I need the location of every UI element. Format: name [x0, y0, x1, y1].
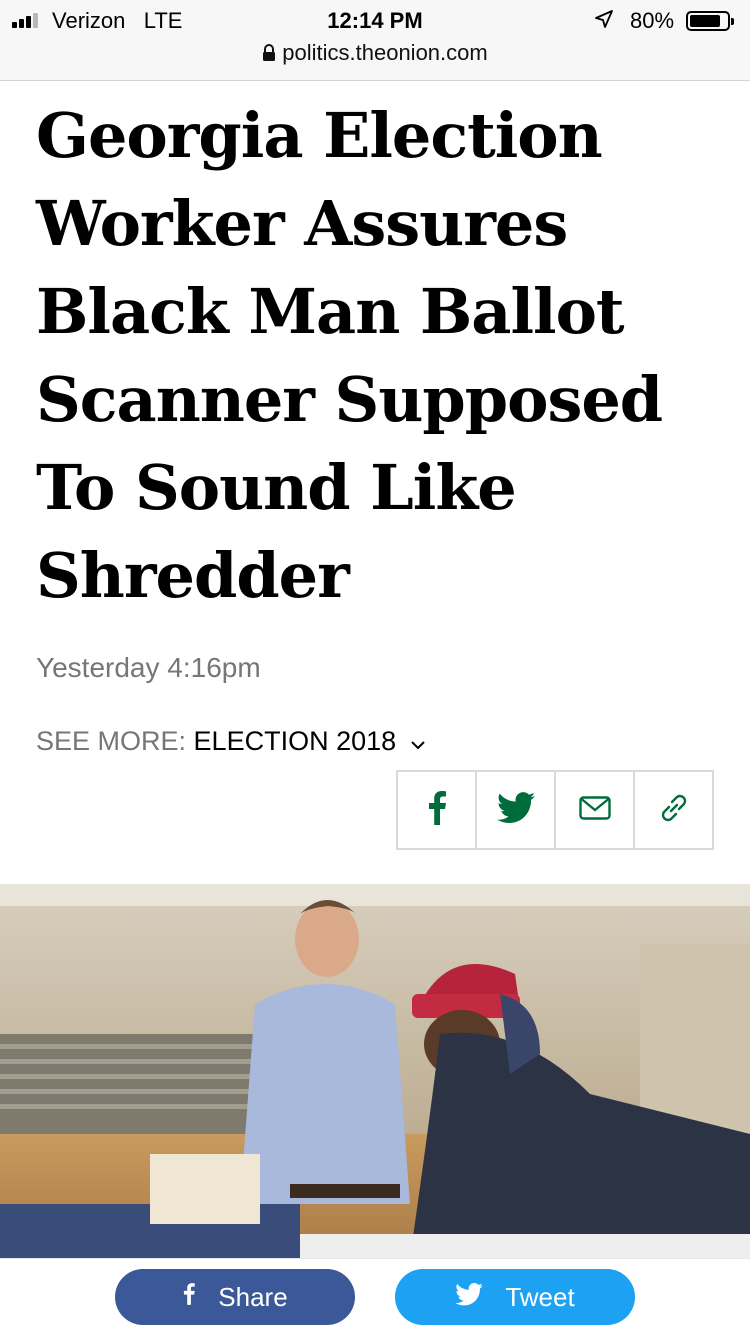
bottom-share-bar: Share Tweet — [0, 1258, 750, 1335]
article-headline: Georgia Election Worker Assures Black Ma… — [36, 99, 663, 612]
email-icon — [578, 795, 611, 825]
see-more-label: SEE MORE: — [36, 726, 187, 756]
facebook-icon — [182, 1281, 196, 1314]
twitter-share-button[interactable] — [477, 772, 556, 848]
see-more-link[interactable]: SEE MORE: ELECTION 2018 — [36, 726, 426, 758]
url-text: politics.theonion.com — [282, 40, 488, 65]
see-more-topic: ELECTION 2018 — [193, 726, 397, 756]
tweet-label: Tweet — [505, 1281, 575, 1312]
email-share-button[interactable] — [556, 772, 635, 848]
facebook-icon — [426, 790, 448, 830]
lock-icon — [262, 42, 276, 68]
article-photo — [0, 884, 750, 1258]
article-date: Yesterday 4:16pm — [36, 652, 261, 683]
share-label: Share — [218, 1281, 288, 1312]
status-bar: Verizon LTE 12:14 PM 80% politics.theoni… — [0, 0, 750, 81]
address-bar[interactable]: politics.theonion.com — [0, 40, 750, 68]
tweet-button[interactable]: Tweet — [395, 1269, 635, 1325]
chevron-down-icon — [410, 727, 426, 758]
share-icon-bar — [396, 770, 714, 850]
link-icon — [657, 791, 691, 830]
facebook-share-button[interactable] — [398, 772, 477, 848]
copy-link-button[interactable] — [635, 772, 712, 848]
location-arrow-icon — [594, 9, 614, 35]
battery-percent: 80% — [630, 8, 675, 33]
twitter-icon — [455, 1282, 484, 1313]
battery-icon — [686, 11, 734, 31]
twitter-icon — [496, 791, 535, 829]
share-button[interactable]: Share — [115, 1269, 355, 1325]
